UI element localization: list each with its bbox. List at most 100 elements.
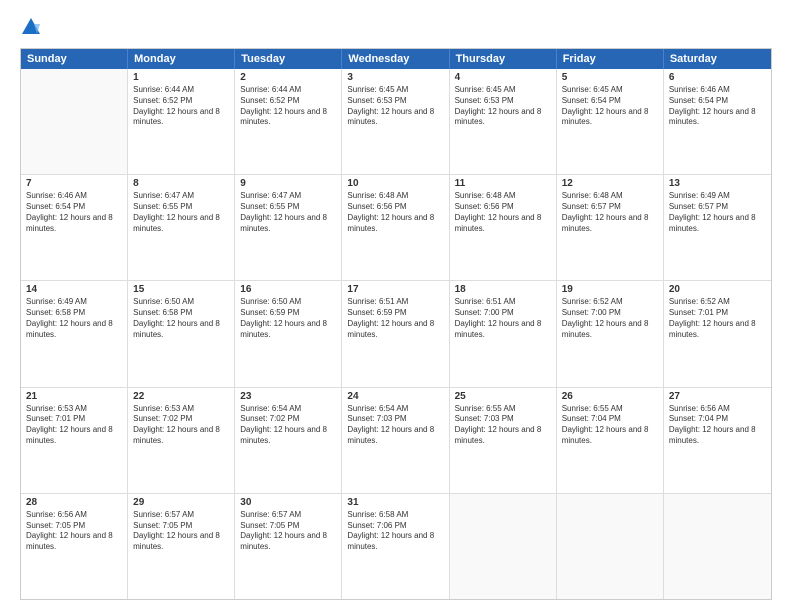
calendar-cell-10: 10Sunrise: 6:48 AM Sunset: 6:56 PM Dayli… — [342, 175, 449, 280]
day-info: Sunrise: 6:46 AM Sunset: 6:54 PM Dayligh… — [26, 191, 122, 234]
calendar-cell-25: 25 Sunrise: 6:55 AM Sunset: 7:03 PM Dayli… — [450, 388, 557, 493]
calendar-cell-31: 31 Sunrise: 6:58 AM Sunset: 7:06 PM Dayli… — [342, 494, 449, 599]
calendar-cell-26: 26Sunrise: 6:55 AM Sunset: 7:04 PM Dayli… — [557, 388, 664, 493]
day-info: Sunrise: 6:49 AM Sunset: 6:57 PM Dayligh… — [669, 191, 766, 234]
page-header — [20, 16, 772, 38]
day-number: 3 — [347, 72, 443, 83]
calendar-row: 14Sunrise: 6:49 AM Sunset: 6:58 PM Dayli… — [21, 281, 771, 387]
calendar-row: 7 Sunrise: 6:46 AM Sunset: 6:54 PM Daylig… — [21, 175, 771, 281]
day-info: Sunrise: 6:47 AM Sunset: 6:55 PM Dayligh… — [133, 191, 229, 234]
calendar-row: 21 Sunrise: 6:53 AM Sunset: 7:01 PM Dayli… — [21, 388, 771, 494]
day-info: Sunrise: 6:53 AM Sunset: 7:01 PM Dayligh… — [26, 404, 122, 447]
day-number: 6 — [669, 72, 766, 83]
day-number: 2 — [240, 72, 336, 83]
calendar-cell-11: 11 Sunrise: 6:48 AM Sunset: 6:56 PM Dayli… — [450, 175, 557, 280]
day-info: Sunrise: 6:46 AM Sunset: 6:54 PM Dayligh… — [669, 85, 766, 128]
day-info: Sunrise: 6:44 AM Sunset: 6:52 PM Dayligh… — [133, 85, 229, 128]
calendar-cell-29: 29Sunrise: 6:57 AM Sunset: 7:05 PM Dayli… — [128, 494, 235, 599]
day-info: Sunrise: 6:45 AM Sunset: 6:53 PM Dayligh… — [455, 85, 551, 128]
calendar-cell-empty — [664, 494, 771, 599]
day-number: 13 — [669, 178, 766, 189]
day-number: 10 — [347, 178, 443, 189]
calendar-cell-23: 23 Sunrise: 6:54 AM Sunset: 7:02 PM Dayli… — [235, 388, 342, 493]
calendar-cell-15: 15 Sunrise: 6:50 AM Sunset: 6:58 PM Dayli… — [128, 281, 235, 386]
day-number: 27 — [669, 391, 766, 402]
day-number: 23 — [240, 391, 336, 402]
day-number: 20 — [669, 284, 766, 295]
day-number: 9 — [240, 178, 336, 189]
calendar-cell-7: 7 Sunrise: 6:46 AM Sunset: 6:54 PM Daylig… — [21, 175, 128, 280]
day-number: 17 — [347, 284, 443, 295]
calendar-cell-14: 14Sunrise: 6:49 AM Sunset: 6:58 PM Dayli… — [21, 281, 128, 386]
calendar-cell-1: 1Sunrise: 6:44 AM Sunset: 6:52 PM Daylig… — [128, 69, 235, 174]
calendar-cell-5: 5 Sunrise: 6:45 AM Sunset: 6:54 PM Daylig… — [557, 69, 664, 174]
day-number: 19 — [562, 284, 658, 295]
calendar-cell-12: 12Sunrise: 6:48 AM Sunset: 6:57 PM Dayli… — [557, 175, 664, 280]
header-day-tuesday: Tuesday — [235, 49, 342, 69]
calendar-cell-17: 17 Sunrise: 6:51 AM Sunset: 6:59 PM Dayli… — [342, 281, 449, 386]
day-number: 7 — [26, 178, 122, 189]
calendar-cell-6: 6 Sunrise: 6:46 AM Sunset: 6:54 PM Daylig… — [664, 69, 771, 174]
day-info: Sunrise: 6:58 AM Sunset: 7:06 PM Dayligh… — [347, 510, 443, 553]
day-info: Sunrise: 6:45 AM Sunset: 6:54 PM Dayligh… — [562, 85, 658, 128]
header-day-saturday: Saturday — [664, 49, 771, 69]
calendar-cell-9: 9Sunrise: 6:47 AM Sunset: 6:55 PM Daylig… — [235, 175, 342, 280]
day-info: Sunrise: 6:52 AM Sunset: 7:00 PM Dayligh… — [562, 297, 658, 340]
calendar-cell-8: 8 Sunrise: 6:47 AM Sunset: 6:55 PM Daylig… — [128, 175, 235, 280]
calendar-cell-empty — [557, 494, 664, 599]
calendar-cell-18: 18Sunrise: 6:51 AM Sunset: 7:00 PM Dayli… — [450, 281, 557, 386]
calendar-cell-22: 22 Sunrise: 6:53 AM Sunset: 7:02 PM Dayli… — [128, 388, 235, 493]
day-number: 11 — [455, 178, 551, 189]
day-number: 25 — [455, 391, 551, 402]
day-number: 24 — [347, 391, 443, 402]
day-info: Sunrise: 6:52 AM Sunset: 7:01 PM Dayligh… — [669, 297, 766, 340]
day-number: 8 — [133, 178, 229, 189]
day-info: Sunrise: 6:55 AM Sunset: 7:03 PM Dayligh… — [455, 404, 551, 447]
day-info: Sunrise: 6:45 AM Sunset: 6:53 PM Dayligh… — [347, 85, 443, 128]
calendar-cell-16: 16 Sunrise: 6:50 AM Sunset: 6:59 PM Dayli… — [235, 281, 342, 386]
calendar-cell-empty — [21, 69, 128, 174]
day-info: Sunrise: 6:56 AM Sunset: 7:05 PM Dayligh… — [26, 510, 122, 553]
calendar-cell-3: 3 Sunrise: 6:45 AM Sunset: 6:53 PM Daylig… — [342, 69, 449, 174]
header-day-sunday: Sunday — [21, 49, 128, 69]
day-number: 31 — [347, 497, 443, 508]
calendar-row: 28Sunrise: 6:56 AM Sunset: 7:05 PM Dayli… — [21, 494, 771, 599]
day-number: 16 — [240, 284, 336, 295]
day-info: Sunrise: 6:51 AM Sunset: 7:00 PM Dayligh… — [455, 297, 551, 340]
day-info: Sunrise: 6:50 AM Sunset: 6:59 PM Dayligh… — [240, 297, 336, 340]
calendar-cell-2: 2 Sunrise: 6:44 AM Sunset: 6:52 PM Daylig… — [235, 69, 342, 174]
day-number: 21 — [26, 391, 122, 402]
calendar-cell-13: 13 Sunrise: 6:49 AM Sunset: 6:57 PM Dayli… — [664, 175, 771, 280]
day-number: 22 — [133, 391, 229, 402]
day-info: Sunrise: 6:54 AM Sunset: 7:02 PM Dayligh… — [240, 404, 336, 447]
day-info: Sunrise: 6:57 AM Sunset: 7:05 PM Dayligh… — [240, 510, 336, 553]
day-info: Sunrise: 6:55 AM Sunset: 7:04 PM Dayligh… — [562, 404, 658, 447]
calendar-cell-4: 4 Sunrise: 6:45 AM Sunset: 6:53 PM Daylig… — [450, 69, 557, 174]
day-number: 4 — [455, 72, 551, 83]
day-info: Sunrise: 6:51 AM Sunset: 6:59 PM Dayligh… — [347, 297, 443, 340]
header-day-wednesday: Wednesday — [342, 49, 449, 69]
day-number: 30 — [240, 497, 336, 508]
calendar-cell-19: 19 Sunrise: 6:52 AM Sunset: 7:00 PM Dayli… — [557, 281, 664, 386]
day-info: Sunrise: 6:57 AM Sunset: 7:05 PM Dayligh… — [133, 510, 229, 553]
calendar-cell-empty — [450, 494, 557, 599]
calendar-row: 1Sunrise: 6:44 AM Sunset: 6:52 PM Daylig… — [21, 69, 771, 175]
calendar-header: SundayMondayTuesdayWednesdayThursdayFrid… — [21, 49, 771, 69]
day-info: Sunrise: 6:48 AM Sunset: 6:56 PM Dayligh… — [455, 191, 551, 234]
day-info: Sunrise: 6:50 AM Sunset: 6:58 PM Dayligh… — [133, 297, 229, 340]
day-number: 5 — [562, 72, 658, 83]
calendar-cell-28: 28Sunrise: 6:56 AM Sunset: 7:05 PM Dayli… — [21, 494, 128, 599]
header-day-thursday: Thursday — [450, 49, 557, 69]
calendar-cell-24: 24Sunrise: 6:54 AM Sunset: 7:03 PM Dayli… — [342, 388, 449, 493]
day-info: Sunrise: 6:44 AM Sunset: 6:52 PM Dayligh… — [240, 85, 336, 128]
day-info: Sunrise: 6:49 AM Sunset: 6:58 PM Dayligh… — [26, 297, 122, 340]
day-info: Sunrise: 6:53 AM Sunset: 7:02 PM Dayligh… — [133, 404, 229, 447]
day-info: Sunrise: 6:56 AM Sunset: 7:04 PM Dayligh… — [669, 404, 766, 447]
logo-icon — [20, 16, 42, 38]
header-day-friday: Friday — [557, 49, 664, 69]
calendar-cell-30: 30 Sunrise: 6:57 AM Sunset: 7:05 PM Dayli… — [235, 494, 342, 599]
day-number: 15 — [133, 284, 229, 295]
calendar-cell-21: 21 Sunrise: 6:53 AM Sunset: 7:01 PM Dayli… — [21, 388, 128, 493]
day-info: Sunrise: 6:48 AM Sunset: 6:57 PM Dayligh… — [562, 191, 658, 234]
header-day-monday: Monday — [128, 49, 235, 69]
